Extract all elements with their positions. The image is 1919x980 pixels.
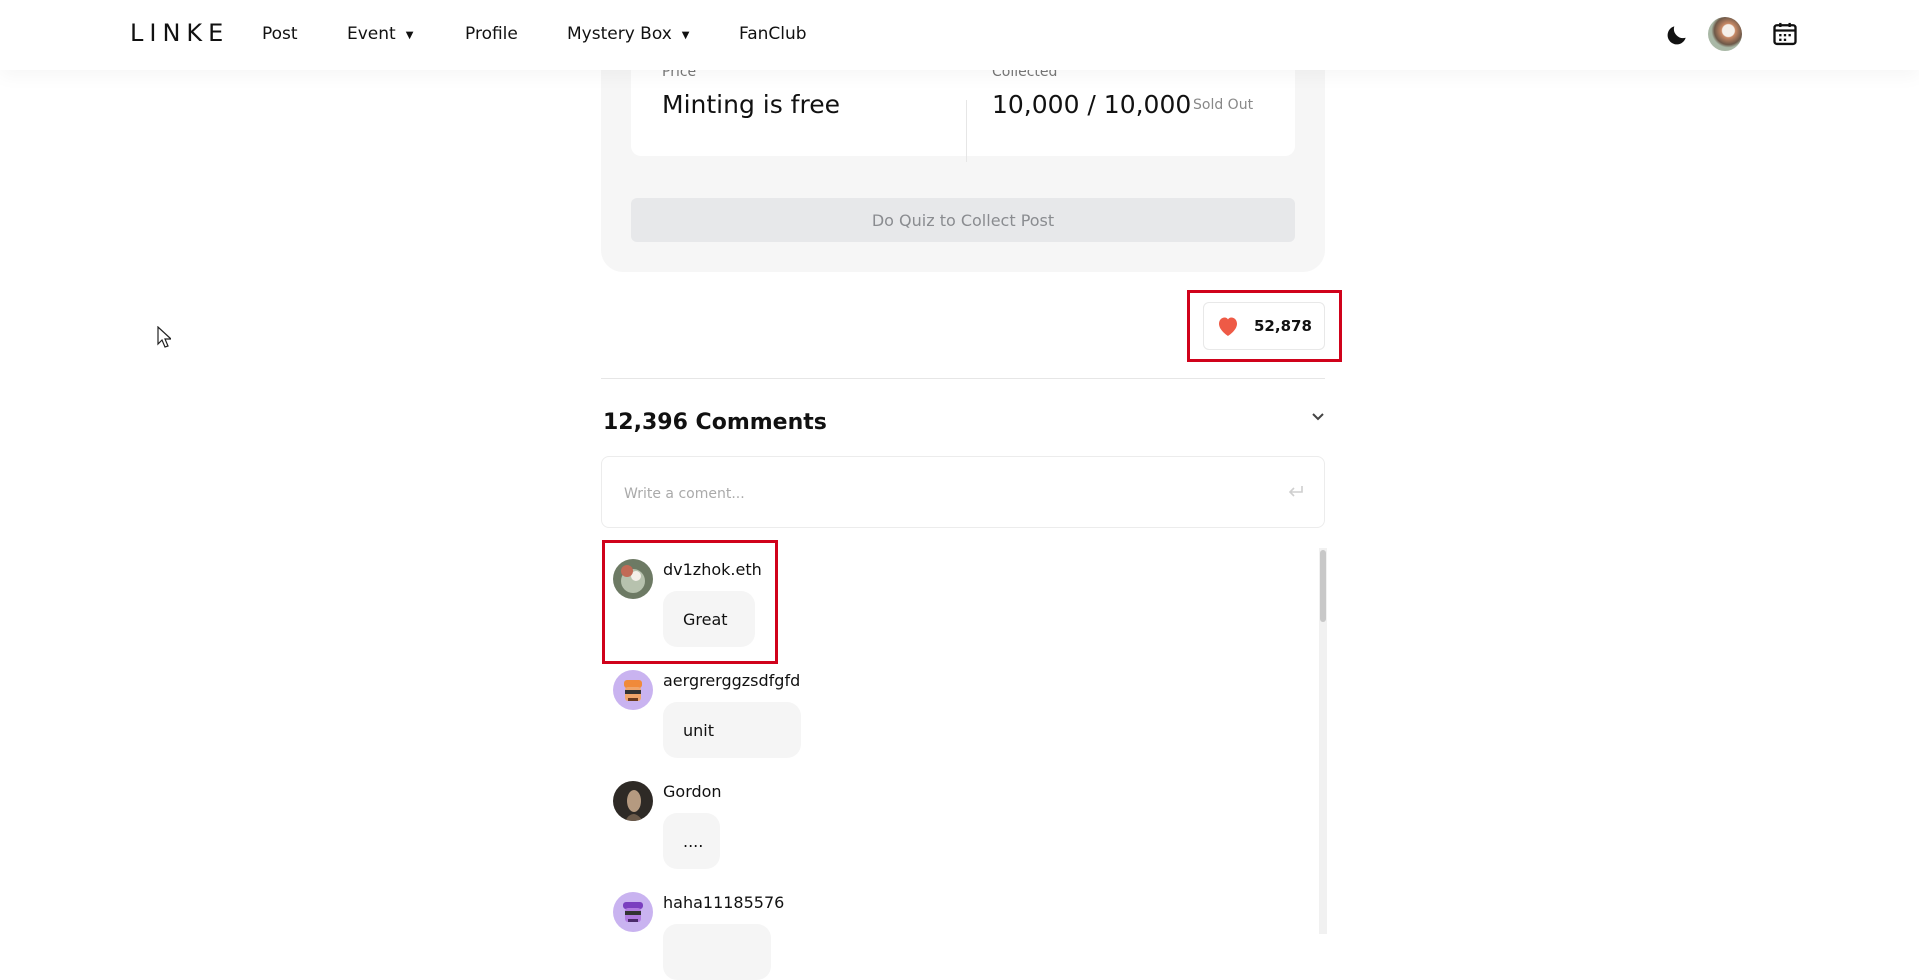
comment-text: .... — [663, 813, 720, 869]
nav-item-label: Profile — [465, 24, 518, 44]
dark-mode-moon-icon[interactable] — [1664, 22, 1690, 52]
divider — [601, 378, 1325, 379]
chevron-down-icon[interactable] — [1310, 408, 1326, 428]
nav-item-label: Mystery Box — [567, 24, 672, 44]
mouse-cursor-icon — [157, 325, 173, 352]
avatar[interactable] — [613, 781, 653, 821]
comment-input[interactable] — [622, 479, 1246, 509]
comment-username[interactable]: aergrerggzsdfgfd — [663, 671, 800, 690]
like-button[interactable]: 52,878 — [1203, 302, 1325, 350]
avatar[interactable] — [613, 892, 653, 932]
send-enter-icon[interactable] — [1285, 483, 1305, 505]
nav-item-mystery-box[interactable]: Mystery Box ▼ — [567, 24, 689, 44]
calendar-icon[interactable] — [1771, 20, 1799, 52]
comments-count-title: 12,396 Comments — [603, 410, 827, 435]
nav-item-post[interactable]: Post — [262, 24, 298, 44]
nav-item-label: Post — [262, 24, 298, 44]
nav-item-label: Event — [347, 24, 396, 44]
do-quiz-button[interactable]: Do Quiz to Collect Post — [631, 198, 1295, 242]
collected-value: 10,000 / 10,000 — [992, 90, 1192, 119]
like-count: 52,878 — [1254, 317, 1312, 335]
nav-item-event[interactable]: Event ▼ — [347, 24, 413, 44]
caret-down-icon: ▼ — [405, 30, 414, 41]
avatar[interactable] — [613, 559, 653, 599]
nav-item-fanclub[interactable]: FanClub — [739, 24, 807, 44]
comment-username[interactable]: haha11185576 — [663, 893, 784, 912]
comment-username[interactable]: dv1zhok.eth — [663, 560, 762, 579]
price-value: Minting is free — [662, 90, 840, 119]
sold-out-badge: Sold Out — [1193, 97, 1254, 113]
nav-item-label: FanClub — [739, 24, 807, 44]
caret-down-icon: ▼ — [681, 30, 690, 41]
nav-item-profile[interactable]: Profile — [465, 24, 518, 44]
top-nav: LINKE Post Event ▼ Profile Mystery Box ▼ F… — [0, 0, 1919, 70]
linke-logo[interactable]: LINKE — [130, 19, 229, 47]
user-avatar[interactable] — [1708, 17, 1742, 51]
comment-username[interactable]: Gordon — [663, 782, 722, 801]
comment-text: unit — [663, 702, 801, 758]
comments-scrollbar-thumb[interactable] — [1320, 550, 1326, 622]
heart-icon — [1216, 315, 1240, 337]
comment-text — [663, 924, 771, 980]
divider — [966, 100, 967, 162]
comment-text: Great — [663, 591, 755, 647]
avatar[interactable] — [613, 670, 653, 710]
comment-input-box — [601, 456, 1325, 528]
